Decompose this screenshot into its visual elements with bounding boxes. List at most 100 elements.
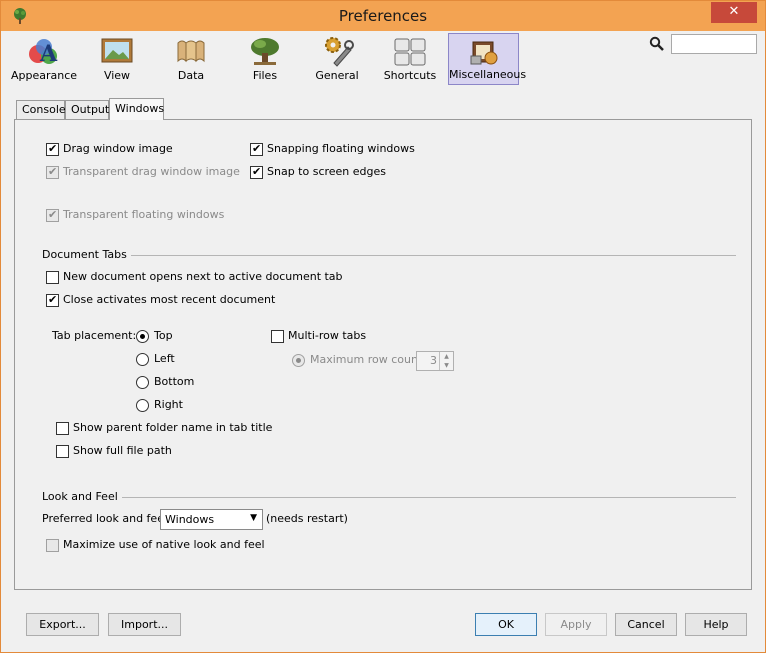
section-title: Look and Feel <box>42 490 122 503</box>
radio-top[interactable] <box>136 330 149 343</box>
toolbar-label: General <box>315 69 359 82</box>
maximize-native-checkbox <box>46 539 59 552</box>
tab-placement-right[interactable]: Right <box>136 398 183 414</box>
spinner-arrows: ▲ ▼ <box>439 352 453 370</box>
appearance-icon: A <box>29 39 58 67</box>
preferences-toolbar: A Appearance View Data Files General Sho… <box>1 31 765 87</box>
option-label: Multi-row tabs <box>288 329 367 342</box>
files-icon <box>251 38 279 65</box>
toolbar-miscellaneous[interactable]: Miscellaneous <box>448 33 527 85</box>
maximum-row-count-radio <box>292 354 305 367</box>
show-parent-folder-checkbox[interactable] <box>56 422 69 435</box>
tab-placement-left[interactable]: Left <box>136 352 175 368</box>
transparent-floating-windows-option: Transparent floating windows <box>46 208 224 224</box>
toolbar-files[interactable]: Files <box>241 33 289 85</box>
tab-placement-top[interactable]: Top <box>136 329 173 345</box>
snapping-floating-windows-checkbox[interactable] <box>250 142 263 156</box>
general-icon <box>325 37 354 67</box>
radio-right[interactable] <box>136 399 149 412</box>
maximize-native-option: Maximize use of native look and feel <box>46 538 265 554</box>
snap-to-screen-edges-checkbox[interactable] <box>250 165 263 179</box>
toolbar-label: Shortcuts <box>383 69 437 82</box>
export-button[interactable]: Export... <box>26 613 99 636</box>
svg-text:A: A <box>39 41 58 67</box>
spinner-down-icon: ▼ <box>444 362 449 369</box>
new-document-next-checkbox[interactable] <box>46 271 59 284</box>
preferences-window: Preferences ✕ A Appearance View Data Fil… <box>0 0 766 653</box>
drag-window-image-checkbox[interactable] <box>46 142 59 156</box>
search-icon <box>649 36 664 51</box>
maximum-row-count-option: Maximum row count: <box>292 353 426 369</box>
title-bar[interactable]: Preferences ✕ <box>1 1 765 31</box>
option-label: Transparent floating windows <box>63 208 225 221</box>
option-label: Transparent drag window image <box>63 165 240 178</box>
show-parent-folder-option[interactable]: Show parent folder name in tab title <box>56 421 272 437</box>
radio-label: Top <box>154 329 173 342</box>
tab-placement-label: Tab placement: <box>52 329 137 342</box>
multi-row-tabs-option[interactable]: Multi-row tabs <box>271 329 366 345</box>
multi-row-tabs-checkbox[interactable] <box>271 330 284 343</box>
chevron-down-icon: ▼ <box>250 513 257 523</box>
needs-restart-note: (needs restart) <box>266 512 348 525</box>
transparent-floating-windows-checkbox <box>46 208 59 222</box>
radio-label: Bottom <box>154 375 195 388</box>
transparent-drag-window-image-checkbox <box>46 165 59 179</box>
look-and-feel-dropdown[interactable]: Windows ▼ <box>160 509 263 530</box>
drag-window-image-option[interactable]: Drag window image <box>46 142 173 158</box>
radio-label: Right <box>154 398 183 411</box>
apply-button: Apply <box>545 613 607 636</box>
show-full-path-option[interactable]: Show full file path <box>56 444 172 460</box>
import-button[interactable]: Import... <box>108 613 181 636</box>
tab-console[interactable]: Console <box>16 100 66 119</box>
look-and-feel-section: Look and Feel <box>42 490 736 504</box>
shortcuts-icon <box>394 38 426 66</box>
view-icon <box>101 38 133 63</box>
new-document-next-option[interactable]: New document opens next to active docume… <box>46 270 343 286</box>
radio-bottom[interactable] <box>136 376 149 389</box>
option-label: Drag window image <box>63 142 173 155</box>
tab-placement-bottom[interactable]: Bottom <box>136 375 194 391</box>
toolbar-shortcuts[interactable]: Shortcuts <box>383 33 437 85</box>
tab-output[interactable]: Output <box>65 100 109 119</box>
tab-windows[interactable]: Windows <box>109 98 164 120</box>
row-count-spinner: 3 ▲ ▼ <box>416 351 454 371</box>
dropdown-value: Windows <box>165 513 215 526</box>
toolbar-label: Appearance <box>11 69 78 82</box>
windows-panel: Drag window image Transparent drag windo… <box>14 119 752 590</box>
transparent-drag-window-image-option: Transparent drag window image <box>46 165 240 181</box>
toolbar-view[interactable]: View <box>93 33 141 85</box>
option-label: Show full file path <box>73 444 172 457</box>
spinner-value: 3 <box>430 354 437 367</box>
close-button[interactable]: ✕ <box>711 2 757 23</box>
section-divider <box>108 497 736 498</box>
close-activates-recent-checkbox[interactable] <box>46 293 59 307</box>
snapping-floating-windows-option[interactable]: Snapping floating windows <box>250 142 415 158</box>
toolbar-label: Files <box>252 69 278 82</box>
option-label: Close activates most recent document <box>63 293 276 306</box>
radio-label: Left <box>154 352 175 365</box>
option-label: Maximize use of native look and feel <box>63 538 265 551</box>
help-button[interactable]: Help <box>685 613 747 636</box>
preferred-look-label: Preferred look and feel: <box>42 512 171 525</box>
option-label: Snapping floating windows <box>267 142 415 155</box>
close-activates-recent-option[interactable]: Close activates most recent document <box>46 293 275 309</box>
toolbar-label: View <box>103 69 131 82</box>
spinner-up-icon: ▲ <box>444 353 449 360</box>
toolbar-label: Data <box>177 69 205 82</box>
option-label: Snap to screen edges <box>267 165 387 178</box>
option-label: Maximum row count: <box>310 353 426 366</box>
miscellaneous-icon <box>470 41 497 65</box>
cancel-button[interactable]: Cancel <box>615 613 677 636</box>
option-label: New document opens next to active docume… <box>63 270 343 283</box>
snap-to-screen-edges-option[interactable]: Snap to screen edges <box>250 165 386 181</box>
option-label: Show parent folder name in tab title <box>73 421 273 434</box>
toolbar-general[interactable]: General <box>313 33 361 85</box>
toolbar-data[interactable]: Data <box>167 33 215 85</box>
radio-left[interactable] <box>136 353 149 366</box>
toolbar-appearance[interactable]: A Appearance <box>11 33 77 85</box>
show-full-path-checkbox[interactable] <box>56 445 69 458</box>
section-title: Document Tabs <box>42 248 131 261</box>
ok-button[interactable]: OK <box>475 613 537 636</box>
search-input[interactable] <box>671 34 757 54</box>
toolbar-label: Miscellaneous <box>449 68 527 81</box>
